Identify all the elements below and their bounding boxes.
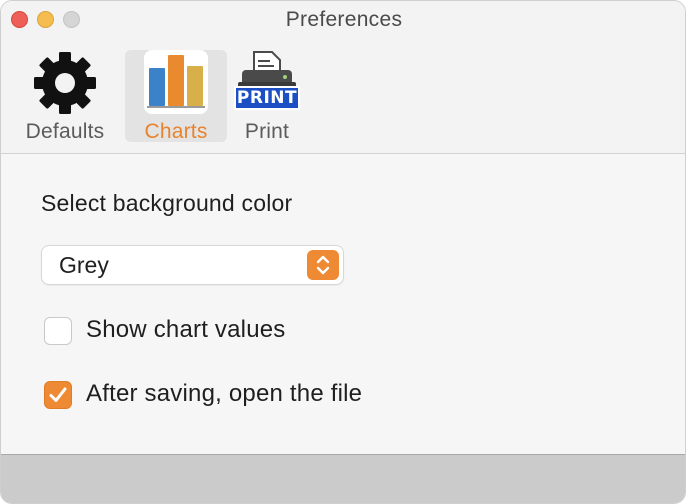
bar-chart-icon — [144, 50, 208, 119]
show-chart-values-label: Show chart values — [86, 316, 286, 343]
toolbar: Preferences Defaults Charts PRINT Print — [1, 1, 685, 154]
tab-charts-label: Charts — [144, 120, 208, 143]
window-title: Preferences — [285, 8, 403, 31]
section-title: Select background color — [41, 190, 293, 216]
background-color-popup[interactable]: Grey — [42, 246, 343, 284]
tab-print-label: Print — [244, 120, 290, 143]
popup-chevron-updown-icon[interactable] — [307, 250, 339, 280]
open-file-after-saving-label: After saving, open the file — [86, 380, 363, 407]
print-badge-label: PRINT — [236, 88, 298, 108]
checkmark-icon — [49, 387, 67, 402]
tab-defaults-label: Defaults — [25, 120, 105, 143]
window-footer — [1, 454, 685, 503]
open-file-after-saving-checkbox[interactable] — [44, 381, 72, 409]
print-badge: PRINT — [234, 86, 300, 110]
charts-preferences-pane: Select background color Grey Show chart … — [1, 154, 685, 454]
gear-icon — [32, 50, 98, 121]
background-color-value: Grey — [59, 252, 109, 278]
tab-defaults[interactable]: Defaults — [15, 50, 115, 143]
show-chart-values-checkbox[interactable] — [44, 317, 72, 345]
tab-charts[interactable]: Charts — [125, 50, 227, 143]
tab-print[interactable]: PRINT Print — [231, 50, 303, 143]
preferences-window: Preferences Defaults Charts PRINT Print … — [0, 0, 686, 504]
